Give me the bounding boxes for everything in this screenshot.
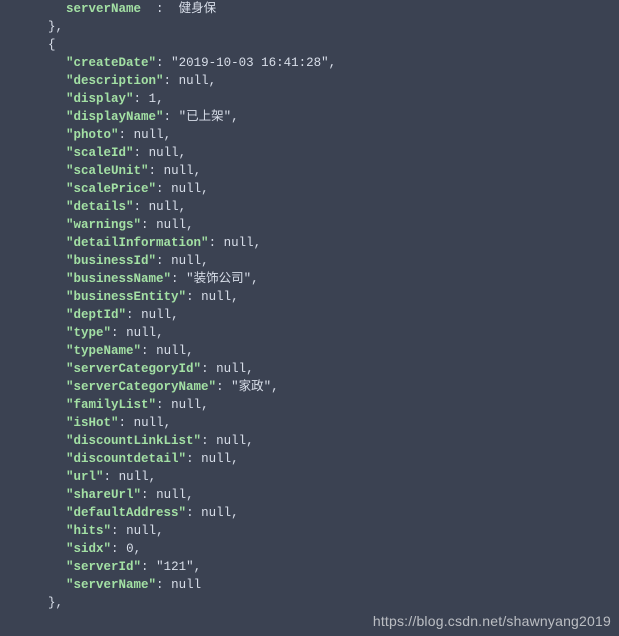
json-key: deptId (74, 308, 119, 322)
json-value: null (134, 416, 164, 430)
json-key: discountLinkList (74, 434, 194, 448)
json-value: null (171, 578, 201, 592)
json-key: typeName (74, 344, 134, 358)
json-value: 121 (164, 560, 187, 574)
json-key: serverId (74, 560, 134, 574)
watermark: https://blog.csdn.net/shawnyang2019 (373, 612, 611, 630)
json-value: null (179, 74, 209, 88)
json-value: 1 (149, 92, 157, 106)
json-key: defaultAddress (74, 506, 179, 520)
json-value: null (171, 254, 201, 268)
json-key: familyList (74, 398, 149, 412)
json-value: null (224, 236, 254, 250)
brace-close: }, (12, 20, 63, 34)
json-key: shareUrl (74, 488, 134, 502)
json-key: type (74, 326, 104, 340)
json-value: 已上架 (186, 110, 224, 124)
json-value: null (134, 128, 164, 142)
json-key: serverName (74, 578, 149, 592)
json-value: 装饰公司 (194, 272, 244, 286)
json-key: warnings (74, 218, 134, 232)
brace-close: }, (12, 596, 63, 610)
json-value: 0 (126, 542, 134, 556)
json-value: null (171, 182, 201, 196)
json-key: scaleUnit (74, 164, 142, 178)
json-key: scalePrice (74, 182, 149, 196)
json-code-block: serverName : 健身保 }, { "createDate": "201… (0, 0, 619, 612)
json-value: null (216, 362, 246, 376)
json-key: displayName (74, 110, 157, 124)
json-key: serverCategoryName (74, 380, 209, 394)
json-key: createDate (74, 56, 149, 70)
json-value: null (156, 218, 186, 232)
json-key: display (74, 92, 127, 106)
json-key: hits (74, 524, 104, 538)
json-key: serverName (66, 2, 141, 16)
json-value: null (201, 452, 231, 466)
json-key: isHot (74, 416, 112, 430)
json-value: null (141, 308, 171, 322)
json-key: discountdetail (74, 452, 179, 466)
json-value: 2019-10-03 16:41:28 (179, 56, 322, 70)
json-value: null (126, 524, 156, 538)
json-key: serverCategoryId (74, 362, 194, 376)
json-value: null (119, 470, 149, 484)
json-key: details (74, 200, 127, 214)
json-value: null (216, 434, 246, 448)
json-key: scaleId (74, 146, 127, 160)
json-value: 家政 (239, 380, 264, 394)
json-value: null (164, 164, 194, 178)
json-value: 健身保 (179, 2, 217, 16)
json-key: url (74, 470, 97, 484)
json-key: businessId (74, 254, 149, 268)
json-value: null (201, 290, 231, 304)
json-value: null (171, 398, 201, 412)
json-key: detailInformation (74, 236, 202, 250)
json-value: null (126, 326, 156, 340)
json-key: description (74, 74, 157, 88)
json-key: sidx (74, 542, 104, 556)
json-value: null (156, 488, 186, 502)
json-value: null (149, 146, 179, 160)
json-value: null (156, 344, 186, 358)
json-key: businessEntity (74, 290, 179, 304)
json-key: businessName (74, 272, 164, 286)
brace-open: { (12, 38, 56, 52)
json-key: photo (74, 128, 112, 142)
json-value: null (201, 506, 231, 520)
json-value: null (149, 200, 179, 214)
